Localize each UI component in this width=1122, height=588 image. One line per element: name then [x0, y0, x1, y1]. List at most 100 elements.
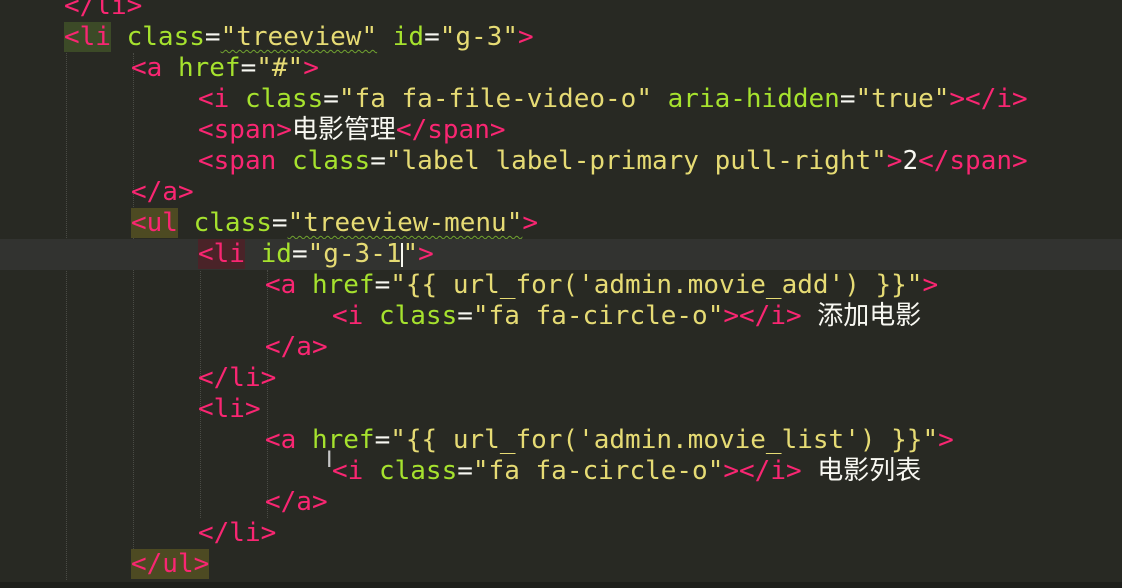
token-str: "treeview": [220, 22, 378, 52]
token-str: "#": [256, 53, 304, 83]
token-tag: <i: [332, 301, 364, 331]
token-str: "fa fa-file-video-o": [338, 84, 652, 114]
token-punc: [229, 84, 245, 114]
token-str: "treeview-menu": [287, 208, 523, 238]
code-line-content: <ul class="treeview-menu">: [131, 208, 538, 239]
token-tag: >: [518, 22, 534, 52]
token-attr: class: [291, 146, 371, 176]
token-punc: =: [457, 456, 473, 486]
token-tag: >: [303, 53, 319, 83]
token-tag: </span>: [918, 146, 1028, 176]
token-tag: <a: [131, 53, 163, 83]
token-tag: >: [938, 425, 954, 455]
code-line-content: <li id="g-3-1">: [198, 239, 434, 270]
token-str: "label label-primary pull-right": [385, 146, 887, 176]
token-attr: id: [392, 22, 425, 52]
code-line-content: <i class="fa fa-file-video-o" aria-hidde…: [198, 84, 1028, 115]
code-line-content: <span class="label label-primary pull-ri…: [198, 146, 1028, 177]
token-punc: =: [424, 22, 440, 52]
code-editor[interactable]: </li> <li class="treeview" id="g-3"> <a hr…: [0, 0, 1122, 588]
token-text: 电影管理: [291, 115, 396, 145]
token-tag: <a: [265, 270, 297, 300]
token-punc: [245, 239, 261, 269]
token-tag: </li>: [198, 518, 277, 548]
token-attr: class: [126, 22, 205, 52]
editor-bottom-edge: [0, 582, 1122, 588]
code-line-content: <a href="{{ url_for('admin.movie_add') }…: [265, 270, 938, 301]
token-tag: ></i>: [723, 301, 802, 331]
token-tag: </li>: [64, 0, 143, 21]
indent-guide: [133, 53, 134, 549]
token-attr: class: [378, 456, 458, 486]
token-punc: =: [323, 84, 339, 114]
code-line-content: <i class="fa fa-circle-o"></i> 添加电影: [332, 301, 921, 332]
token-tag: </a>: [265, 487, 328, 517]
token-punc: [111, 22, 127, 52]
token-tag: <span>: [198, 115, 292, 145]
token-punc: =: [374, 425, 391, 455]
token-tag: >: [886, 146, 903, 176]
token-punc: [363, 456, 379, 486]
token-tag: </a>: [131, 177, 194, 207]
token-punc: =: [457, 301, 473, 331]
token-text: 添加电影: [801, 301, 922, 331]
token-punc: =: [291, 239, 308, 269]
code-line-content: </a>: [131, 177, 194, 208]
token-punc: =: [271, 208, 288, 238]
code-line-content: <span>电影管理</span>: [198, 115, 506, 146]
token-tag: </a>: [265, 332, 328, 362]
token-str: "true": [855, 84, 950, 114]
token-punc: =: [370, 146, 386, 176]
code-line-content: <a href="{{ url_for('admin.movie_list') …: [265, 425, 954, 456]
token-tag: <i: [332, 456, 364, 486]
token-str: "{{ url_for('admin.movie_list') }}": [390, 425, 939, 455]
token-tag: >: [522, 208, 539, 238]
token-tag: <li: [64, 22, 111, 52]
token-attr: href: [311, 270, 375, 300]
code-line-content: </li>: [198, 518, 276, 549]
indent-guide: [66, 22, 67, 580]
token-punc: =: [240, 53, 257, 83]
token-tag: <ul: [131, 208, 178, 238]
token-punc: [652, 84, 668, 114]
code-line-content: <a href="#">: [131, 53, 319, 84]
token-str: "{{ url_for('admin.movie_add') }}": [390, 270, 923, 300]
token-tag: </li>: [198, 363, 277, 393]
token-tag: <i: [198, 84, 230, 114]
token-attr: class: [193, 208, 272, 238]
token-tag: ></i>: [723, 456, 802, 486]
token-tag: ></i>: [949, 84, 1028, 114]
token-punc: =: [839, 84, 856, 114]
token-punc: [178, 208, 194, 238]
token-punc: [377, 22, 393, 52]
token-text: 电影列表: [801, 456, 922, 486]
token-punc: [162, 53, 178, 83]
code-line[interactable]: <li id="g-3-1">: [0, 239, 1122, 270]
code-line-content: </ul>: [131, 549, 210, 580]
token-str: "fa fa-circle-o": [472, 301, 724, 331]
token-str: ": [402, 239, 419, 269]
indent-guide: [267, 270, 268, 518]
token-punc: [296, 425, 312, 455]
token-tag: <li: [198, 239, 245, 269]
token-punc: [296, 270, 312, 300]
code-line-content: </a>: [265, 332, 328, 363]
token-str: "g-3": [439, 22, 519, 52]
token-tag: <a: [265, 425, 297, 455]
code-line-content: <li class="treeview" id="g-3">: [64, 22, 534, 53]
token-tag: >: [922, 270, 939, 300]
token-punc: [363, 301, 379, 331]
code-line-content: <li>: [198, 394, 261, 425]
code-line-content: </li>: [64, 0, 142, 22]
token-attr: aria-hidden: [667, 84, 840, 114]
i-beam-cursor-icon: I: [326, 448, 333, 473]
token-attr: href: [177, 53, 241, 83]
token-attr: class: [378, 301, 458, 331]
token-tag: <li>: [198, 394, 261, 424]
token-punc: =: [374, 270, 391, 300]
code-line-content: </a>: [265, 487, 328, 518]
code-line-content: <i class="fa fa-circle-o"></i> 电影列表: [332, 456, 921, 487]
token-tag: </span>: [395, 115, 506, 145]
token-punc: [276, 146, 292, 176]
token-tag: >: [418, 239, 434, 269]
